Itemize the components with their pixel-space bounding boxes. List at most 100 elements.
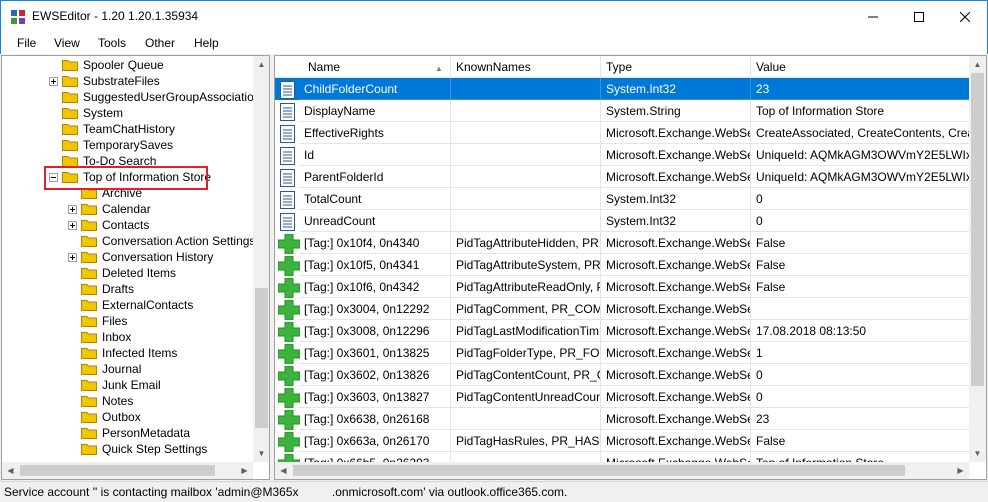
table-row[interactable]: [Tag:] 0x10f5, 0n4341 PidTagAttributeSyst… <box>275 254 971 276</box>
tree-item[interactable]: System <box>49 105 124 121</box>
cell-type: Microsoft.Exchange.WebSe... <box>601 364 751 386</box>
table-row[interactable]: DisplayName System.String Top of Informati… <box>275 100 971 122</box>
table-row[interactable]: UnreadCount System.Int32 0 <box>275 210 971 232</box>
tree-item[interactable]: Conversation Action Settings <box>68 233 254 249</box>
menu-file[interactable]: File <box>17 36 36 50</box>
cell-type: System.Int32 <box>601 210 751 232</box>
tree-item[interactable]: Journal <box>68 361 142 377</box>
tree-item[interactable]: Files <box>68 313 128 329</box>
menu-help[interactable]: Help <box>194 36 219 50</box>
table-row[interactable]: [Tag:] 0x663a, 0n26170 PidTagHasRules, PR… <box>275 430 971 452</box>
tree-item[interactable]: Infected Items <box>68 345 178 361</box>
table-row[interactable]: Id Microsoft.Exchange.WebSe... UniqueId: A… <box>275 144 971 166</box>
close-button[interactable] <box>942 1 988 32</box>
grid-vertical-scrollbar[interactable]: ▲ ▼ <box>969 56 986 462</box>
tree-item[interactable]: Deleted Items <box>68 265 177 281</box>
cell-type: Microsoft.Exchange.WebSe... <box>601 408 751 430</box>
column-header-knownnames[interactable]: KnownNames <box>451 56 601 78</box>
cell-value: 23 <box>751 408 971 430</box>
tree-item[interactable]: TeamChatHistory <box>49 121 176 137</box>
table-row[interactable]: [Tag:] 0x3008, 0n12296 PidTagLastModifica… <box>275 320 971 342</box>
scroll-down-arrow-icon[interactable]: ▼ <box>969 445 986 462</box>
table-row[interactable]: [Tag:] 0x10f6, 0n4342 PidTagAttributeRead… <box>275 276 971 298</box>
expand-plus-icon[interactable] <box>49 76 58 86</box>
table-row[interactable]: [Tag:] 0x3603, 0n13827 PidTagContentUnrea… <box>275 386 971 408</box>
tree-item[interactable]: Outbox <box>68 409 142 425</box>
cell-type: Microsoft.Exchange.WebSe... <box>601 298 751 320</box>
extended-property-plus-icon <box>278 234 300 254</box>
tree-item-label: SuggestedUserGroupAssociations <box>83 90 254 104</box>
table-row[interactable]: [Tag:] 0x3602, 0n13826 PidTagContentCount… <box>275 364 971 386</box>
tree-item[interactable]: Quick Step Settings <box>68 441 208 457</box>
tree-item[interactable]: Contacts <box>68 217 150 233</box>
tree-item[interactable]: Notes <box>68 393 134 409</box>
table-row[interactable]: [Tag:] 0x3601, 0n13825 PidTagFolderType, … <box>275 342 971 364</box>
column-header-name[interactable]: Name <box>275 56 451 78</box>
table-row[interactable]: [Tag:] 0x6638, 0n26168 Microsoft.Exchange… <box>275 408 971 430</box>
tree-item-label: Conversation Action Settings <box>102 234 254 248</box>
cell-value: False <box>751 232 971 254</box>
tree-horizontal-scrollbar[interactable]: ◀ ▶ <box>2 462 253 479</box>
scroll-right-arrow-icon[interactable]: ▶ <box>952 462 969 479</box>
menu-tools[interactable]: Tools <box>98 36 126 50</box>
folder-icon <box>81 300 97 311</box>
tree-item-label: Deleted Items <box>102 266 177 280</box>
expand-plus-icon[interactable] <box>68 204 77 214</box>
maximize-button[interactable] <box>896 1 942 32</box>
tree-item[interactable]: Conversation History <box>68 249 214 265</box>
grid-hscroll-thumb[interactable] <box>293 465 905 476</box>
table-row[interactable]: [Tag:] 0x3004, 0n12292 PidTagComment, PR_… <box>275 298 971 320</box>
scroll-up-arrow-icon[interactable]: ▲ <box>969 56 986 73</box>
tree-item[interactable]: Calendar <box>68 201 152 217</box>
property-grid-pane[interactable]: Name ▲ KnownNames Type Value ChildFolder… <box>274 55 987 480</box>
tree-item[interactable]: ExternalContacts <box>68 297 194 313</box>
tree-item[interactable]: Drafts <box>68 281 135 297</box>
cell-knownnames: PidTagLastModificationTim... <box>451 320 601 342</box>
grid-horizontal-scrollbar[interactable]: ◀ ▶ <box>275 462 969 479</box>
grid-header: Name ▲ KnownNames Type Value <box>275 56 971 78</box>
tree-item[interactable]: SuggestedUserGroupAssociations <box>49 89 254 105</box>
folder-tree-pane[interactable]: Spooler Queue SubstrateFiles SuggestedUser… <box>1 55 270 480</box>
scroll-right-arrow-icon[interactable]: ▶ <box>236 462 253 479</box>
tree-item[interactable]: TemporarySaves <box>49 137 174 153</box>
grid-scroll-thumb[interactable] <box>971 73 984 386</box>
menu-other[interactable]: Other <box>145 36 175 50</box>
minimize-button[interactable] <box>850 1 896 32</box>
expand-plus-icon[interactable] <box>68 252 77 262</box>
cell-name: [Tag:] 0x10f5, 0n4341 <box>299 254 451 276</box>
folder-icon <box>62 108 78 119</box>
cell-knownnames <box>451 78 601 100</box>
tree-item-label: Conversation History <box>102 250 214 264</box>
folder-icon <box>81 380 97 391</box>
scroll-left-arrow-icon[interactable]: ◀ <box>2 462 19 479</box>
property-page-icon <box>280 169 295 187</box>
menu-view[interactable]: View <box>54 36 80 50</box>
tree-item[interactable]: SubstrateFiles <box>49 73 161 89</box>
tree-item[interactable]: Inbox <box>68 329 132 345</box>
table-row[interactable]: TotalCount System.Int32 0 <box>275 188 971 210</box>
tree-item-label: Calendar <box>102 202 151 216</box>
folder-icon <box>62 140 78 151</box>
table-row[interactable]: ParentFolderId Microsoft.Exchange.WebSe..… <box>275 166 971 188</box>
scroll-up-arrow-icon[interactable]: ▲ <box>253 56 269 73</box>
folder-icon <box>81 220 97 231</box>
cell-value <box>751 298 971 320</box>
tree-item[interactable]: Junk Email <box>68 377 162 393</box>
table-row[interactable]: [Tag:] 0x10f4, 0n4340 PidTagAttributeHidd… <box>275 232 971 254</box>
scroll-down-arrow-icon[interactable]: ▼ <box>253 445 269 462</box>
cell-type: System.Int32 <box>601 78 751 100</box>
tree-hscroll-thumb[interactable] <box>20 465 215 476</box>
tree-vertical-scrollbar[interactable]: ▲ ▼ <box>253 56 269 462</box>
scroll-left-arrow-icon[interactable]: ◀ <box>275 462 292 479</box>
column-header-type[interactable]: Type <box>601 56 751 78</box>
column-header-value[interactable]: Value <box>751 56 971 78</box>
tree-scroll-thumb[interactable] <box>255 288 268 428</box>
expand-plus-icon[interactable] <box>68 220 77 230</box>
table-row[interactable]: ChildFolderCount System.Int32 23 <box>275 78 971 100</box>
cell-knownnames: PidTagContentCount, PR_C... <box>451 364 601 386</box>
table-row[interactable]: EffectiveRights Microsoft.Exchange.WebSe.… <box>275 122 971 144</box>
extended-property-plus-icon <box>278 410 300 430</box>
tree-item[interactable]: PersonMetadata <box>68 425 191 441</box>
tree-item[interactable]: Spooler Queue <box>49 57 165 73</box>
cell-value: False <box>751 430 971 452</box>
